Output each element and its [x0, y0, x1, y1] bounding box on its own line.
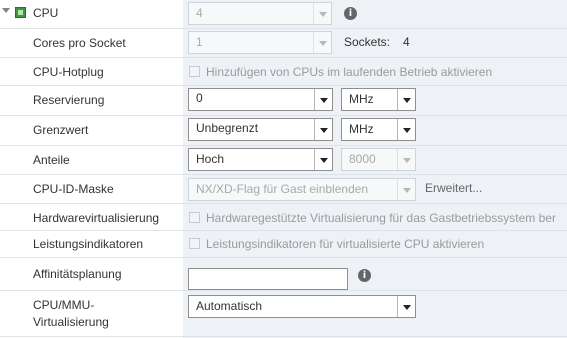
cpu-count-value: 4 — [196, 6, 203, 20]
row-divider — [0, 85, 567, 86]
row-divider — [0, 145, 567, 146]
perf-counters-checkbox-label: Leistungsindikatoren für virtualisierte … — [206, 237, 485, 251]
cpu-hotplug-checkbox-label: Hinzufügen von CPUs im laufenden Betrieb… — [206, 65, 493, 79]
chevron-down-icon — [397, 119, 415, 140]
hw-virtualization-checkbox[interactable] — [189, 212, 200, 223]
hw-virtualization-checkbox-label: Hardwaregestützte Virtualisierung für da… — [206, 211, 556, 225]
limit-label: Grenzwert — [33, 123, 89, 137]
chevron-down-icon — [397, 179, 415, 200]
row-divider — [0, 203, 567, 204]
cpu-hotplug-checkbox[interactable] — [189, 66, 200, 77]
reservation-unit-value: MHz — [349, 92, 374, 106]
mmu-label-line2: Virtualisierung — [33, 315, 109, 329]
chevron-down-icon — [313, 32, 331, 53]
row-divider — [0, 230, 567, 231]
sockets-label: Sockets: — [344, 35, 391, 49]
row-divider — [0, 290, 567, 291]
cpuid-mask-value: NX/XD-Flag für Gast einblenden — [196, 182, 369, 196]
affinity-input[interactable] — [188, 268, 348, 290]
hw-virtualization-label: Hardwarevirtualisierung — [33, 211, 160, 225]
row-divider — [0, 257, 567, 258]
cores-per-socket-value: 1 — [196, 35, 203, 49]
chevron-down-icon — [314, 89, 332, 110]
mmu-virtualization-select[interactable]: Automatisch — [188, 295, 416, 318]
limit-combobox[interactable]: Unbegrenzt — [188, 118, 333, 141]
chevron-down-icon — [397, 89, 415, 110]
label-column — [0, 0, 183, 338]
row-divider — [0, 28, 567, 29]
chevron-down-icon — [397, 296, 415, 317]
shares-select[interactable]: Hoch — [188, 148, 333, 171]
expand-triangle-icon[interactable] — [2, 8, 10, 13]
reservation-unit-select[interactable]: MHz — [341, 88, 416, 111]
row-divider — [0, 57, 567, 58]
cpu-label: CPU — [33, 6, 59, 20]
affinity-label: Affinitätsplanung — [33, 267, 122, 281]
reservation-value: 0 — [196, 91, 203, 105]
info-icon[interactable]: i — [344, 7, 357, 20]
shares-label: Anteile — [33, 153, 70, 167]
chevron-down-icon — [397, 149, 415, 170]
reservation-label: Reservierung — [33, 93, 105, 107]
chevron-down-icon — [313, 3, 331, 24]
chevron-down-icon — [314, 149, 332, 170]
mmu-virtualization-value: Automatisch — [196, 299, 263, 313]
perf-counters-checkbox[interactable] — [189, 238, 200, 249]
perf-counters-label: Leistungsindikatoren — [33, 237, 144, 251]
mmu-label-line1: CPU/MMU- — [33, 298, 95, 312]
chevron-down-icon — [314, 119, 332, 140]
limit-unit-select[interactable]: MHz — [341, 118, 416, 141]
row-divider — [0, 115, 567, 116]
cores-per-socket-select[interactable]: 1 — [188, 31, 332, 54]
cores-per-socket-label: Cores pro Socket — [33, 36, 126, 50]
cpuid-mask-label: CPU-ID-Maske — [33, 182, 114, 196]
cpu-count-select[interactable]: 4 — [188, 2, 332, 25]
sockets-value: 4 — [403, 35, 410, 49]
limit-unit-value: MHz — [349, 122, 374, 136]
limit-value: Unbegrenzt — [196, 121, 259, 135]
cpu-hotplug-label: CPU-Hotplug — [33, 65, 104, 79]
cpu-chip-icon — [15, 7, 26, 18]
cpuid-advanced-link[interactable]: Erweitert... — [425, 181, 482, 195]
shares-number-value: 8000 — [349, 152, 376, 166]
info-icon[interactable]: i — [358, 269, 371, 282]
shares-number-field[interactable]: 8000 — [341, 148, 416, 171]
shares-value: Hoch — [196, 152, 225, 166]
reservation-combobox[interactable]: 0 — [188, 88, 333, 111]
row-divider — [0, 174, 567, 175]
row-divider — [0, 336, 567, 337]
cpuid-mask-select[interactable]: NX/XD-Flag für Gast einblenden — [188, 178, 416, 201]
